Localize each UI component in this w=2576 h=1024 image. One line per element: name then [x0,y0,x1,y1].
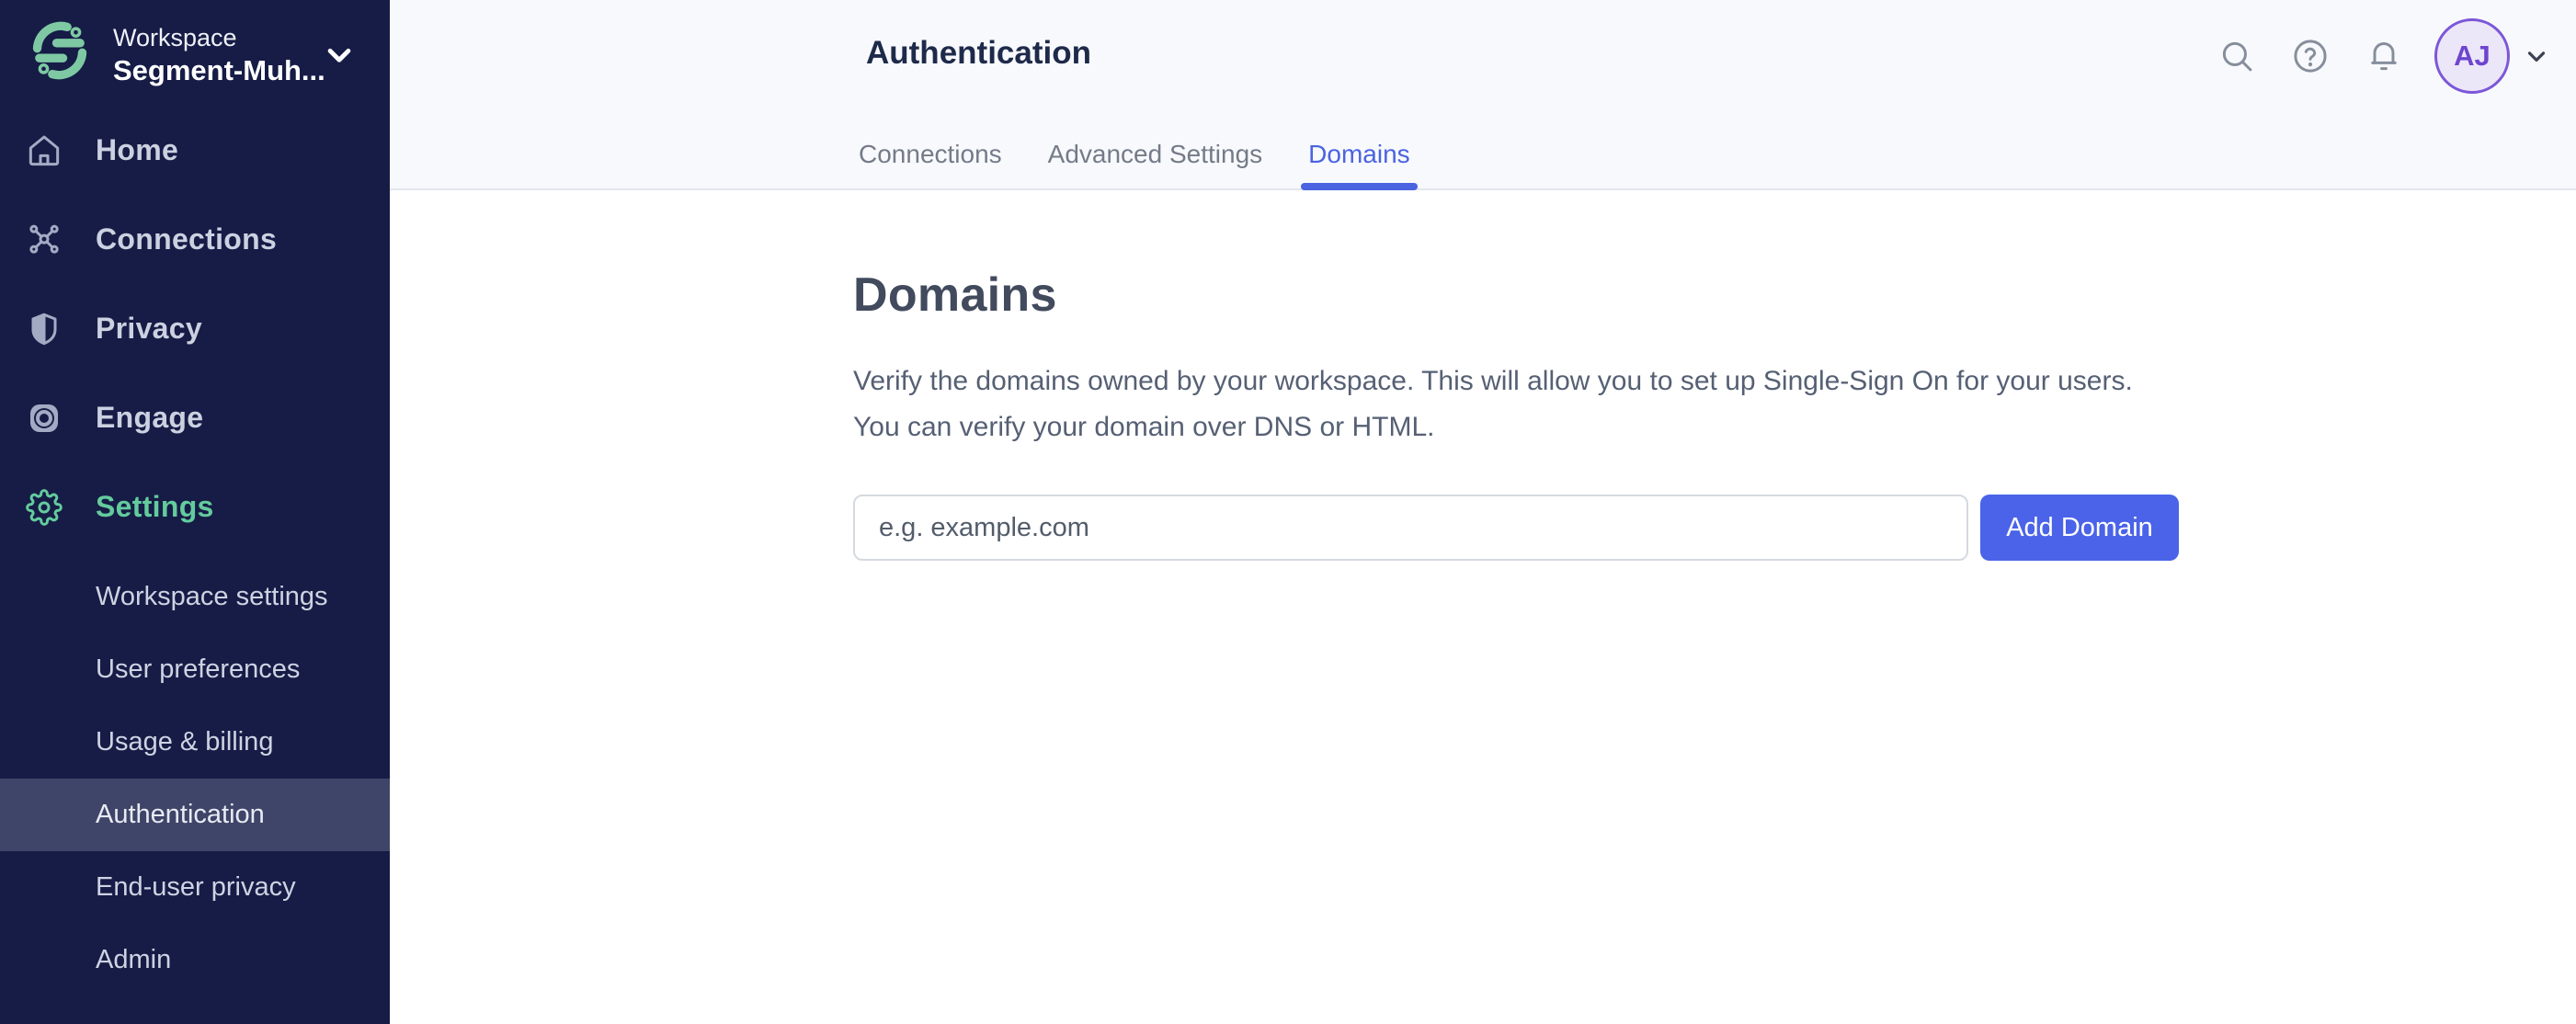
domains-section: Domains Verify the domains owned by your… [390,190,2576,561]
shield-icon [26,311,63,347]
settings-subnav: Workspace settings User preferences Usag… [0,561,390,996]
main-area: Authentication Connections Advanced Sett… [390,0,2576,1024]
avatar-initials: AJ [2454,40,2491,72]
sidebar-subitem-user-preferences[interactable]: User preferences [0,633,390,706]
domain-input[interactable] [853,495,1968,561]
engage-icon [26,400,63,437]
tab-advanced-settings[interactable]: Advanced Settings [1046,120,1265,188]
sidebar-subitem-workspace-settings[interactable]: Workspace settings [0,561,390,633]
page-title: Authentication [866,35,1091,71]
page-header: Authentication Connections Advanced Sett… [390,0,2576,190]
sidebar-item-engage[interactable]: Engage [0,373,390,462]
sidebar-item-settings[interactable]: Settings [0,462,390,552]
tab-label: Domains [1308,140,1410,168]
header-actions: AJ [2183,18,2550,94]
sidebar-subitem-end-user-privacy[interactable]: End-user privacy [0,851,390,924]
tab-bar: Connections Advanced Settings Domains [857,120,1419,190]
sidebar-subitem-label: Authentication [96,800,265,829]
sidebar-subitem-label: Usage & billing [96,727,274,757]
sidebar-subitem-admin[interactable]: Admin [0,924,390,996]
tab-domains[interactable]: Domains [1301,120,1419,190]
tab-label: Connections [859,140,1002,168]
sidebar-item-label: Connections [96,222,278,256]
section-heading: Domains [853,268,1057,322]
sidebar-item-label: Settings [96,490,214,523]
sidebar-item-home[interactable]: Home [0,106,390,195]
gear-icon [26,488,63,526]
workspace-switcher[interactable]: Workspace Segment-Muh... [0,0,390,106]
sidebar: Workspace Segment-Muh... Home Connection… [0,0,390,1024]
add-domain-form: Add Domain [853,495,2576,561]
sidebar-nav: Home Connections Privacy Engage Settings [0,106,390,552]
tab-connections[interactable]: Connections [857,120,1004,188]
sidebar-item-label: Privacy [96,312,202,345]
sidebar-item-connections[interactable]: Connections [0,195,390,284]
home-icon [26,132,63,169]
sidebar-subitem-label: Workspace settings [96,582,328,611]
connections-icon [26,222,63,258]
sidebar-subitem-label: Admin [96,945,172,974]
account-chevron-down-icon[interactable] [2523,42,2550,70]
segment-logo-icon [28,18,92,83]
section-description: Verify the domains owned by your workspa… [853,366,2133,442]
tab-label: Advanced Settings [1047,140,1263,168]
help-icon[interactable] [2291,37,2330,75]
avatar[interactable]: AJ [2434,18,2510,94]
sidebar-subitem-label: End-user privacy [96,872,296,902]
bell-icon[interactable] [2365,37,2403,75]
search-icon[interactable] [2217,37,2256,75]
app-window: Workspace Segment-Muh... Home Connection… [0,0,2576,1024]
add-domain-button[interactable]: Add Domain [1980,495,2179,561]
sidebar-subitem-label: User preferences [96,654,301,684]
sidebar-subitem-authentication[interactable]: Authentication [0,779,390,851]
sidebar-subitem-usage-billing[interactable]: Usage & billing [0,706,390,779]
sidebar-item-privacy[interactable]: Privacy [0,284,390,373]
sidebar-item-label: Home [96,133,179,166]
sidebar-item-label: Engage [96,401,204,434]
workspace-chevron-down-icon[interactable] [324,40,355,76]
